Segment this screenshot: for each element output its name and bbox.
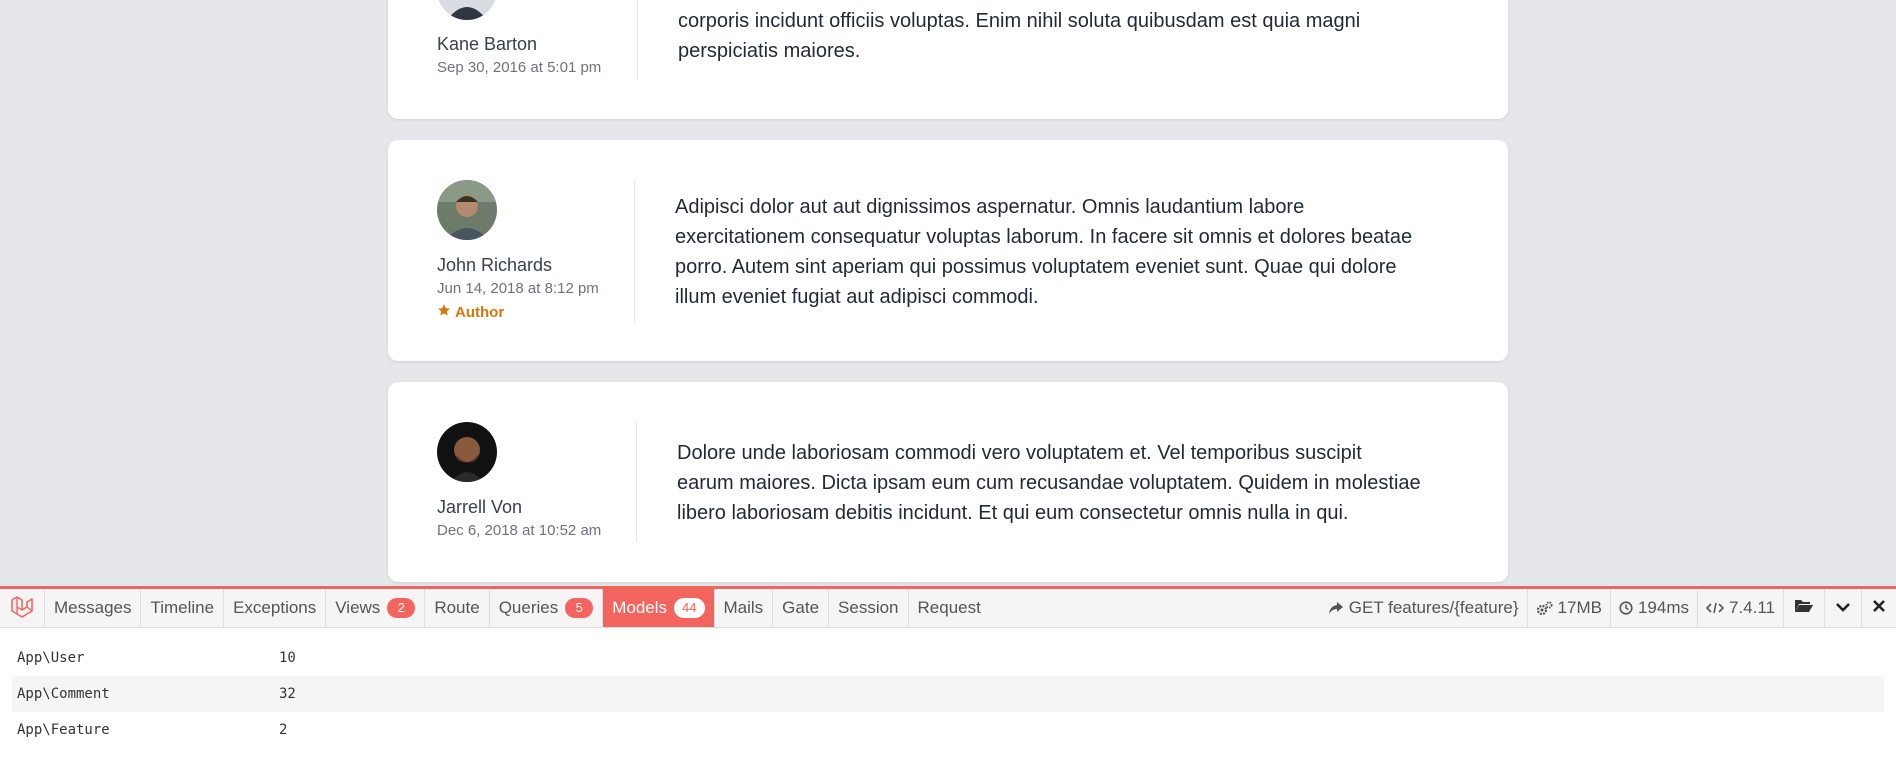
tab-label: Timeline [150, 598, 215, 617]
tab-label: Messages [54, 598, 132, 617]
memory-text: 17MB [1557, 598, 1602, 617]
close-icon [1872, 598, 1886, 618]
comment-author-name[interactable]: John Richards [437, 254, 599, 276]
php-version-text: 7.4.11 [1728, 598, 1775, 617]
debugbar: Messages Timeline Exceptions Views 2 Rout… [0, 586, 1896, 771]
tab-models[interactable]: Models 44 [603, 589, 715, 627]
tab-gate[interactable]: Gate [773, 589, 830, 627]
time-text: 194ms [1637, 598, 1689, 617]
close-button[interactable] [1861, 589, 1896, 627]
debugbar-indicators: GET features/{feature} 17MB 194ms 7.4.11 [1320, 589, 1896, 627]
comment-body-line: perspiciatis maiores. [678, 40, 861, 62]
comment-divider [634, 180, 635, 322]
comment-divider [637, 0, 638, 80]
route-text: GET features/{feature} [1348, 598, 1519, 617]
comment-author-block: Jarrell Von Dec 6, 2018 at 10:52 am [437, 422, 601, 541]
tab-label: Models [612, 598, 668, 617]
comment-body-line: illum eveniet fugiat aut adipisci commod… [675, 286, 1039, 308]
tab-count-badge: 2 [387, 598, 416, 618]
comment-date: Sep 30, 2016 at 5:01 pm [437, 59, 602, 76]
comment-author-name[interactable]: Jarrell Von [437, 496, 601, 518]
folder-open-icon [1794, 598, 1814, 618]
author-badge-label: Author [455, 304, 505, 321]
comment-body-line: earum maiores. Dicta ipsam eum cum recus… [677, 472, 1421, 494]
comment-body-line: Adipisci dolor aut aut dignissimos asper… [675, 196, 1305, 218]
route-indicator[interactable]: GET features/{feature} [1320, 589, 1527, 627]
tab-views[interactable]: Views 2 [326, 589, 426, 627]
model-count: 32 [279, 686, 296, 702]
cogs-icon [1536, 601, 1553, 616]
share-icon [1328, 601, 1344, 615]
tab-label: Exceptions [233, 598, 317, 617]
chevron-down-icon [1835, 598, 1851, 618]
time-indicator[interactable]: 194ms [1609, 589, 1697, 627]
comment-body-line: libero laboriosam debitis incidunt. Et q… [677, 502, 1349, 524]
tab-queries[interactable]: Queries 5 [490, 589, 604, 627]
comment-body-line: Dolore unde laboriosam commodi vero volu… [677, 442, 1362, 464]
tab-exceptions[interactable]: Exceptions [224, 589, 327, 627]
avatar [437, 422, 497, 482]
comment-card: Jarrell Von Dec 6, 2018 at 10:52 am Dolo… [388, 382, 1508, 582]
model-row: App\Feature 2 [12, 712, 1884, 748]
comment-body-line: exercitationem consequatur voluptas labo… [675, 226, 1413, 248]
code-icon [1705, 601, 1724, 615]
comment-body: Dolore unde laboriosam commodi vero volu… [677, 438, 1421, 528]
model-name: App\User [17, 650, 85, 666]
comment-divider [636, 422, 637, 542]
open-button[interactable] [1783, 589, 1824, 627]
laravel-logo-icon[interactable] [0, 589, 45, 627]
comment-body-line: corporis incidunt officiis voluptas. Eni… [678, 10, 1361, 32]
tab-mails[interactable]: Mails [715, 589, 774, 627]
comment-body-line: porro. Autem sint aperiam qui possimus v… [675, 256, 1397, 278]
comment-body: corporis incidunt officiis voluptas. Eni… [678, 6, 1360, 66]
tab-route[interactable]: Route [425, 589, 490, 627]
tab-timeline[interactable]: Timeline [141, 589, 225, 627]
author-badge: Author [437, 303, 599, 323]
minimize-button[interactable] [1824, 589, 1861, 627]
tab-label: Request [917, 598, 981, 617]
tab-label: Session [838, 598, 899, 617]
memory-indicator[interactable]: 17MB [1526, 589, 1610, 627]
model-name: App\Feature [17, 722, 110, 738]
tab-count-badge: 44 [674, 598, 705, 618]
tab-label: Queries [498, 598, 559, 617]
comment-date: Dec 6, 2018 at 10:52 am [437, 522, 602, 539]
model-row: App\User 10 [12, 640, 1884, 676]
tab-session[interactable]: Session [829, 589, 909, 627]
model-row: App\Comment 32 [12, 676, 1884, 712]
comment-author-name[interactable]: Kane Barton [437, 33, 601, 55]
model-count: 10 [279, 650, 296, 666]
debugbar-header: Messages Timeline Exceptions Views 2 Rout… [0, 589, 1896, 628]
tab-label: Route [434, 598, 480, 617]
php-version-indicator[interactable]: 7.4.11 [1696, 589, 1783, 627]
comment-body: Adipisci dolor aut aut dignissimos asper… [675, 192, 1412, 312]
tab-messages[interactable]: Messages [45, 589, 142, 627]
comment-date: Jun 14, 2018 at 8:12 pm [437, 280, 599, 297]
comment-card: Kane Barton Sep 30, 2016 at 5:01 pm corp… [388, 0, 1508, 119]
model-name: App\Comment [17, 686, 110, 702]
tab-label: Gate [782, 598, 820, 617]
tab-request[interactable]: Request [909, 589, 990, 627]
tab-count-badge: 5 [565, 598, 594, 618]
comment-author-block: Kane Barton Sep 30, 2016 at 5:01 pm [437, 0, 601, 78]
tab-label: Views [335, 598, 381, 617]
comment-card: John Richards Jun 14, 2018 at 8:12 pm Au… [388, 140, 1508, 361]
avatar [437, 180, 497, 240]
tab-label: Mails [723, 598, 764, 617]
avatar [437, 0, 497, 20]
star-icon [437, 303, 451, 323]
clock-icon [1619, 601, 1633, 615]
models-panel: App\User 10 App\Comment 32 App\Feature 2 [0, 628, 1896, 748]
comment-author-block: John Richards Jun 14, 2018 at 8:12 pm Au… [437, 180, 599, 323]
model-count: 2 [279, 722, 288, 738]
